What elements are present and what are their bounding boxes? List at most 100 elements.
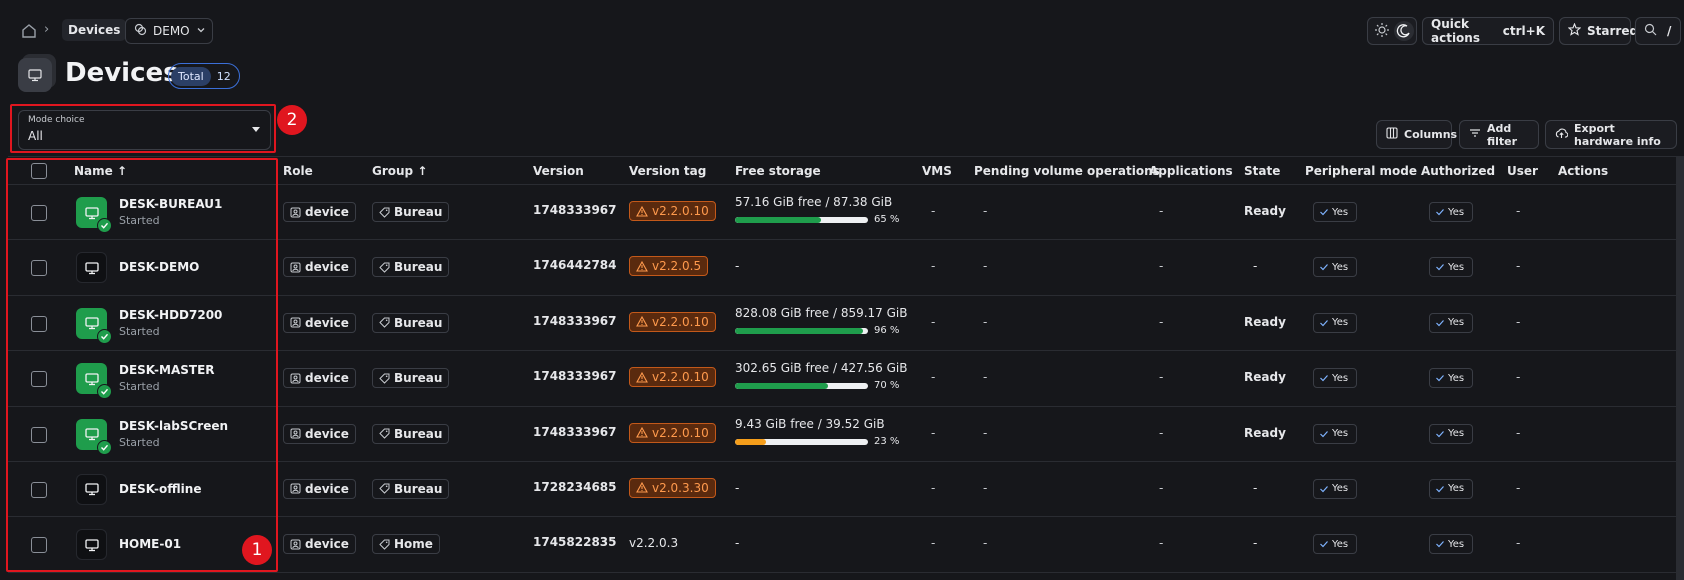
role-tag: device <box>283 368 356 389</box>
user-value: - <box>1516 425 1521 440</box>
check-icon <box>1320 375 1328 382</box>
peripheral-text: Yes <box>1332 317 1349 329</box>
storage-bar-fill <box>735 217 822 223</box>
version: 1745822835 <box>533 535 617 550</box>
storage-percent: 65 % <box>874 214 900 225</box>
vms-value: - <box>931 480 936 495</box>
role-text: device <box>305 260 349 275</box>
storage-text: 828.08 GiB free / 859.17 GiB <box>735 305 908 320</box>
col-pending-volume-operations[interactable]: Pending volume operations <box>974 164 1160 178</box>
group-text: Bureau <box>394 260 443 275</box>
storage-bar <box>735 438 868 445</box>
starred-label: Starred <box>1587 24 1639 38</box>
authorized-text: Yes <box>1448 428 1465 440</box>
applications-value: - <box>1159 259 1164 274</box>
search-button[interactable]: / <box>1635 17 1681 45</box>
warning-icon <box>636 371 648 383</box>
warning-icon <box>636 260 648 272</box>
col-version-tag[interactable]: Version tag <box>629 164 706 178</box>
state-value: - <box>1253 536 1258 551</box>
peripheral-mode-badge: Yes <box>1313 312 1357 333</box>
peripheral-mode-badge: Yes <box>1313 478 1357 499</box>
columns-button[interactable]: Columns <box>1376 120 1457 149</box>
arrow-up-icon: ↑ <box>417 164 428 178</box>
role-tag: device <box>283 202 356 222</box>
authorized-text: Yes <box>1448 372 1465 384</box>
col-role[interactable]: Role <box>283 164 313 178</box>
tag-icon <box>379 539 390 550</box>
group-tag: Home <box>372 534 440 555</box>
vertical-scrollbar[interactable] <box>1676 156 1684 580</box>
moon-icon[interactable] <box>1394 21 1414 41</box>
col-applications[interactable]: Applications <box>1149 164 1233 178</box>
role-tag: device <box>283 257 356 278</box>
group-tag: Bureau <box>372 312 450 333</box>
starred-button[interactable]: Starred <box>1559 17 1638 45</box>
version-tag-text: v2.2.0.10 <box>652 314 709 329</box>
user-value: - <box>1516 370 1521 385</box>
storage-text: - <box>735 536 740 551</box>
role-icon <box>290 428 301 439</box>
applications-value: - <box>1159 314 1164 329</box>
export-label: Export hardware info <box>1574 121 1661 148</box>
sun-icon[interactable] <box>1374 22 1390 41</box>
col-user[interactable]: User <box>1507 164 1538 178</box>
check-icon <box>1436 486 1444 493</box>
state-value: Ready <box>1244 204 1286 218</box>
group-tag: Bureau <box>372 202 450 222</box>
state-value: - <box>1253 480 1258 495</box>
storage-bar <box>735 217 868 223</box>
org-selector[interactable]: DEMO <box>125 18 213 44</box>
quick-actions-label: Quick actions <box>1431 17 1480 45</box>
warning-icon <box>636 205 648 217</box>
col-authorized[interactable]: Authorized <box>1421 164 1495 178</box>
version: 1748333967 <box>533 424 617 439</box>
quick-actions-button[interactable]: Quick actions ctrl+K <box>1422 17 1554 45</box>
applications-value: - <box>1159 480 1164 495</box>
state-value: - <box>1253 259 1258 274</box>
devices-page-icon <box>18 54 56 92</box>
total-badge: Total 12 <box>168 63 240 89</box>
col-peripheral-mode[interactable]: Peripheral mode <box>1305 164 1417 178</box>
add-filter-button[interactable]: Add filter <box>1459 120 1539 149</box>
role-icon <box>290 483 301 494</box>
col-vms[interactable]: VMS <box>922 164 952 178</box>
authorized-text: Yes <box>1448 538 1465 550</box>
role-text: device <box>305 205 349 219</box>
col-group[interactable]: Group ↑ <box>372 164 427 178</box>
check-icon <box>1436 375 1444 382</box>
pending-ops-value: - <box>983 425 988 440</box>
authorized-badge: Yes <box>1429 423 1473 444</box>
check-icon <box>1436 319 1444 327</box>
user-value: - <box>1516 204 1521 218</box>
total-label: Total <box>171 66 211 86</box>
vms-value: - <box>931 314 936 329</box>
version: 1728234685 <box>533 479 617 494</box>
org-icon <box>134 23 147 39</box>
col-free-storage[interactable]: Free storage <box>735 164 821 178</box>
vms-value: - <box>931 536 936 551</box>
vms-value: - <box>931 204 936 218</box>
tag-icon <box>379 428 390 439</box>
export-hardware-info-button[interactable]: Export hardware info <box>1545 120 1677 149</box>
authorized-badge: Yes <box>1429 534 1473 555</box>
breadcrumb-current[interactable]: Devices <box>62 19 127 41</box>
home-icon[interactable] <box>20 22 38 40</box>
pending-ops-value: - <box>983 259 988 274</box>
version-tag: v2.2.0.10 <box>629 422 716 443</box>
peripheral-mode-badge: Yes <box>1313 423 1357 444</box>
group-text: Bureau <box>394 205 443 219</box>
annotation-marker-2: 2 <box>277 105 307 135</box>
col-version[interactable]: Version <box>533 164 584 178</box>
peripheral-text: Yes <box>1332 428 1349 440</box>
user-value: - <box>1516 314 1521 329</box>
col-state[interactable]: State <box>1244 164 1280 178</box>
theme-toggle[interactable] <box>1367 17 1417 45</box>
version-tag-text: v2.2.0.10 <box>652 204 709 218</box>
peripheral-text: Yes <box>1332 538 1349 550</box>
version-tag: v2.0.3.30 <box>629 477 716 498</box>
role-icon <box>290 317 301 328</box>
group-text: Bureau <box>394 426 443 441</box>
page-title: Devices <box>65 58 179 88</box>
pending-ops-value: - <box>983 204 988 218</box>
